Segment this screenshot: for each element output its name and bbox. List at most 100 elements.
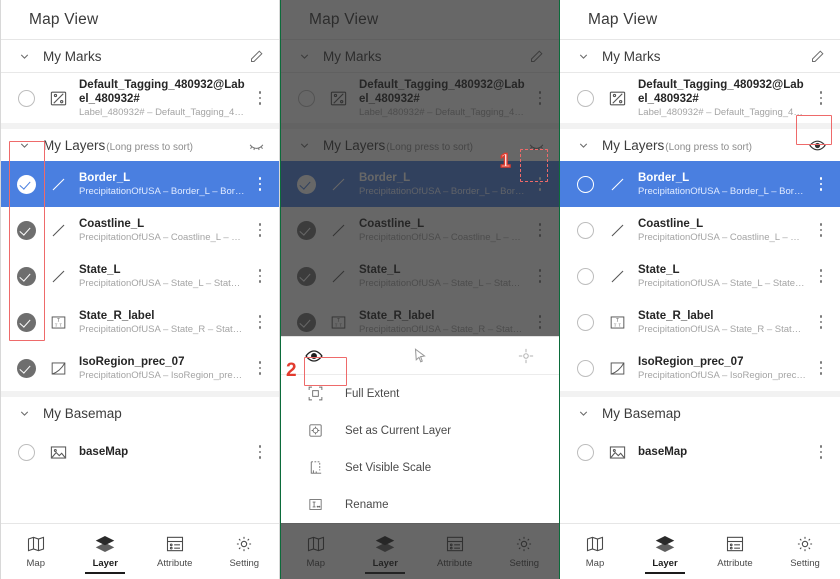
- list-item-layer[interactable]: Coastline_L PrecipitationOfUSA – Coastli…: [560, 207, 840, 253]
- layer-checkbox[interactable]: [291, 266, 321, 286]
- layer-checkbox[interactable]: [11, 358, 41, 378]
- cursor-icon[interactable]: [401, 341, 439, 371]
- mark-overflow-menu[interactable]: [529, 83, 551, 113]
- group-header-my-marks[interactable]: My Marks: [281, 40, 559, 72]
- current-layer-icon: [303, 422, 327, 439]
- group-label-my-layers: My Layers (Long press to sort): [602, 137, 752, 153]
- nav-item-map[interactable]: Map: [281, 524, 351, 579]
- layer-overflow-menu[interactable]: [249, 261, 271, 291]
- layer-checkbox[interactable]: [570, 313, 600, 331]
- list-item-layer[interactable]: Border_L PrecipitationOfUSA – Border_L –…: [1, 161, 279, 207]
- layer-overflow-menu[interactable]: [249, 307, 271, 337]
- list-item-mark[interactable]: Default_Tagging_480932@Label_480932# Lab…: [1, 73, 279, 123]
- eye-off-icon[interactable]: [243, 132, 269, 158]
- layer-checkbox[interactable]: [570, 175, 600, 193]
- list-item-layer[interactable]: T T T State_R_label PrecipitationOfUSA –…: [1, 299, 279, 345]
- group-header-my-marks[interactable]: My Marks: [560, 40, 840, 72]
- layer-overflow-menu[interactable]: [810, 261, 832, 291]
- mark-checkbox[interactable]: [570, 89, 600, 107]
- nav-item-layer[interactable]: Layer: [71, 524, 141, 579]
- nav-item-layer[interactable]: Layer: [351, 524, 421, 579]
- chevron-down-icon[interactable]: [15, 407, 33, 420]
- chevron-down-icon[interactable]: [574, 139, 592, 152]
- layer-checkbox[interactable]: [570, 267, 600, 285]
- pencil-icon[interactable]: [804, 43, 830, 69]
- nav-item-map[interactable]: Map: [1, 524, 71, 579]
- layer-checkbox[interactable]: [570, 359, 600, 377]
- list-item-layer[interactable]: Border_L PrecipitationOfUSA – Border_L –…: [281, 161, 559, 207]
- list-item-layer[interactable]: State_L PrecipitationOfUSA – State_L – S…: [281, 253, 559, 299]
- eye-off-icon[interactable]: [523, 132, 549, 158]
- group-header-my-layers[interactable]: My Layers (Long press to sort): [1, 129, 279, 161]
- list-item-layer[interactable]: Border_L PrecipitationOfUSA – Border_L –…: [560, 161, 840, 207]
- chevron-down-icon[interactable]: [295, 139, 313, 152]
- mark-overflow-menu[interactable]: [249, 83, 271, 113]
- list-item-layer[interactable]: IsoRegion_prec_07 PrecipitationOfUSA – I…: [560, 345, 840, 391]
- mark-checkbox[interactable]: [291, 89, 321, 107]
- list-item-basemap[interactable]: baseMap: [560, 429, 840, 475]
- menu-item-set-visible-scale[interactable]: Set Visible Scale: [281, 449, 559, 486]
- layer-checkbox[interactable]: [11, 312, 41, 332]
- pencil-icon[interactable]: [523, 43, 549, 69]
- group-header-my-basemap[interactable]: My Basemap: [1, 397, 279, 429]
- nav-item-setting[interactable]: Setting: [490, 524, 560, 579]
- nav-item-layer[interactable]: Layer: [630, 524, 700, 579]
- layer-checkbox[interactable]: [291, 220, 321, 240]
- layer-overflow-menu[interactable]: [810, 353, 832, 383]
- list-item-layer[interactable]: Coastline_L PrecipitationOfUSA – Coastli…: [281, 207, 559, 253]
- list-item-layer[interactable]: State_L PrecipitationOfUSA – State_L – S…: [1, 253, 279, 299]
- mark-overflow-menu[interactable]: [810, 83, 832, 113]
- list-item-layer[interactable]: Coastline_L PrecipitationOfUSA – Coastli…: [1, 207, 279, 253]
- chevron-down-icon[interactable]: [574, 50, 592, 63]
- layer-overflow-menu[interactable]: [810, 307, 832, 337]
- basemap-checkbox[interactable]: [570, 443, 600, 461]
- layer-overflow-menu[interactable]: [529, 307, 551, 337]
- menu-item-rename[interactable]: Rename: [281, 486, 559, 523]
- group-header-my-layers[interactable]: My Layers (Long press to sort): [560, 129, 840, 161]
- layer-overflow-menu[interactable]: [529, 261, 551, 291]
- list-item-mark[interactable]: Default_Tagging_480932@Label_480932# Lab…: [560, 73, 840, 123]
- nav-item-attribute[interactable]: Attribute: [700, 524, 770, 579]
- layer-overflow-menu[interactable]: [810, 215, 832, 245]
- eye-icon[interactable]: [804, 132, 830, 158]
- menu-item-set-current-layer[interactable]: Set as Current Layer: [281, 412, 559, 449]
- layer-checkbox[interactable]: [11, 220, 41, 240]
- list-item-mark[interactable]: Default_Tagging_480932@Label_480932# Lab…: [281, 73, 559, 123]
- list-item-layer[interactable]: T T T State_R_label PrecipitationOfUSA –…: [560, 299, 840, 345]
- layer-overflow-menu[interactable]: [249, 215, 271, 245]
- nav-item-map[interactable]: Map: [560, 524, 630, 579]
- list-item-layer[interactable]: State_L PrecipitationOfUSA – State_L – S…: [560, 253, 840, 299]
- layer-overflow-menu[interactable]: [249, 353, 271, 383]
- list-item-basemap[interactable]: baseMap: [1, 429, 279, 475]
- layer-checkbox[interactable]: [291, 312, 321, 332]
- chevron-down-icon[interactable]: [15, 139, 33, 152]
- chevron-down-icon[interactable]: [295, 50, 313, 63]
- layer-checkbox[interactable]: [11, 174, 41, 194]
- mark-checkbox[interactable]: [11, 89, 41, 107]
- crosshair-icon[interactable]: [507, 341, 545, 371]
- menu-item-full-extent[interactable]: Full Extent: [281, 375, 559, 412]
- layer-overflow-menu[interactable]: [810, 169, 832, 199]
- svg-text:T: T: [618, 322, 621, 327]
- nav-item-attribute[interactable]: Attribute: [140, 524, 210, 579]
- basemap-overflow-menu[interactable]: [249, 437, 271, 467]
- layer-overflow-menu[interactable]: [249, 169, 271, 199]
- layer-overflow-menu[interactable]: [529, 169, 551, 199]
- layer-checkbox[interactable]: [291, 174, 321, 194]
- group-header-my-layers[interactable]: My Layers (Long press to sort): [281, 129, 559, 161]
- layer-checkbox[interactable]: [570, 221, 600, 239]
- chevron-down-icon[interactable]: [574, 407, 592, 420]
- eye-icon[interactable]: [295, 341, 333, 371]
- group-header-my-marks[interactable]: My Marks: [1, 40, 279, 72]
- layer-checkbox[interactable]: [11, 266, 41, 286]
- list-item-layer[interactable]: IsoRegion_prec_07 PrecipitationOfUSA – I…: [1, 345, 279, 391]
- layer-overflow-menu[interactable]: [529, 215, 551, 245]
- nav-item-attribute[interactable]: Attribute: [420, 524, 490, 579]
- group-header-my-basemap[interactable]: My Basemap: [560, 397, 840, 429]
- basemap-overflow-menu[interactable]: [810, 437, 832, 467]
- basemap-checkbox[interactable]: [11, 443, 41, 461]
- nav-item-setting[interactable]: Setting: [770, 524, 840, 579]
- pencil-icon[interactable]: [243, 43, 269, 69]
- chevron-down-icon[interactable]: [15, 50, 33, 63]
- nav-item-setting[interactable]: Setting: [210, 524, 280, 579]
